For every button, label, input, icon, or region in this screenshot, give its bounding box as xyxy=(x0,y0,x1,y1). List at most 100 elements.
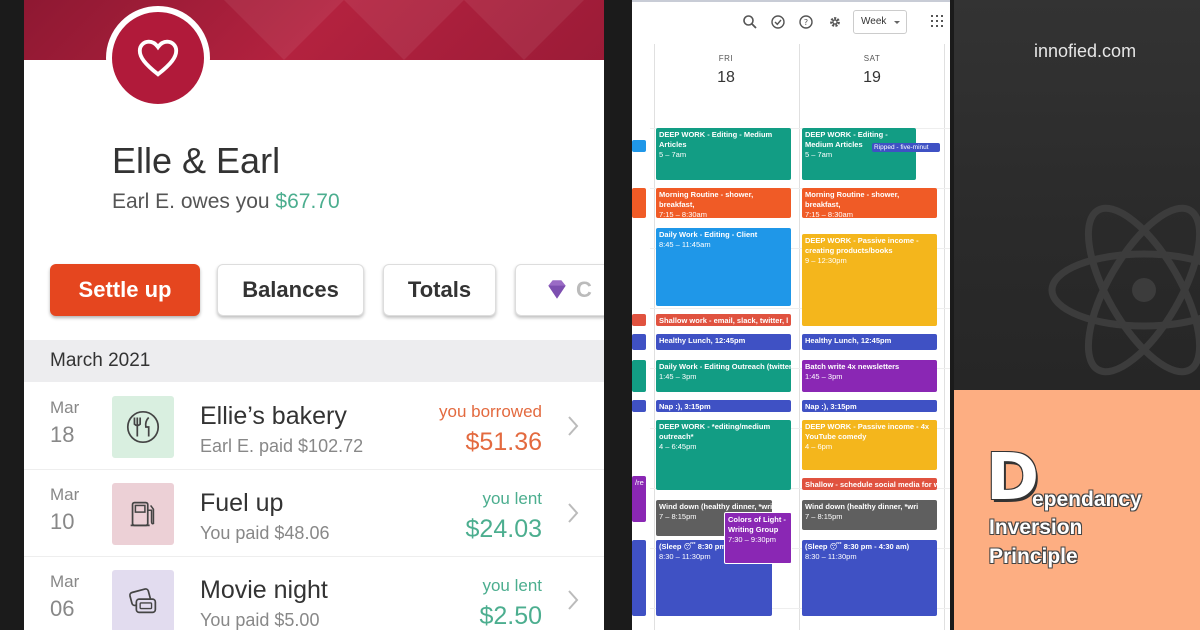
calendar-event[interactable]: Healthy Lunch, 12:45pm xyxy=(656,334,791,350)
event-title: DEEP WORK - Editing - Medium Articles xyxy=(659,130,773,149)
chevron-right-icon xyxy=(568,416,579,436)
fuel-pump-icon xyxy=(112,483,174,545)
event-title: Nap :), 3:15pm xyxy=(659,402,711,411)
calendar-event[interactable]: Shallow work - email, slack, twitter, l xyxy=(656,314,791,326)
calendar-event-clipped[interactable] xyxy=(632,188,646,218)
event-time: 4 – 6pm xyxy=(805,442,833,451)
article-title-panel: D ependancy Inversion Principle xyxy=(954,390,1200,630)
calendar-event[interactable]: Nap :), 3:15pm xyxy=(802,400,937,412)
balance-prefix: Earl E. owes you xyxy=(112,190,276,213)
premium-label: C xyxy=(576,277,592,302)
day-header-fri[interactable]: FRI 18 xyxy=(656,54,796,87)
calendar-event-clipped[interactable] xyxy=(632,400,646,412)
calendar-week-view: ? Week FRI 18 SAT 19 /re DEEP WORK - Edi… xyxy=(632,0,950,630)
calendar-event-clipped[interactable]: /re xyxy=(632,476,646,522)
settings-icon[interactable] xyxy=(827,14,843,30)
event-time: 9 – 12:30pm xyxy=(805,256,847,265)
balance-summary: Earl E. owes you $67.70 xyxy=(112,190,340,214)
event-time: 7:15 – 8:30am xyxy=(805,210,853,218)
expense-row[interactable]: Mar 18 Ellie’s bakery Earl E. paid $102.… xyxy=(24,384,604,470)
expense-subtitle: You paid $48.06 xyxy=(200,523,330,543)
site-label: innofied.com xyxy=(1034,41,1137,61)
title-line-1: ependancy xyxy=(1032,488,1142,511)
view-select[interactable]: Week xyxy=(853,10,907,34)
calendar-event-clipped[interactable] xyxy=(632,334,646,350)
expense-month: Mar xyxy=(50,572,80,591)
event-title: Batch write 4x newsletters xyxy=(805,362,900,371)
calendar-event-clipped[interactable] xyxy=(632,540,646,616)
day-divider xyxy=(654,44,655,630)
banner-pattern xyxy=(464,0,584,60)
expense-row[interactable]: Mar 10 Fuel up You paid $48.06 you lent … xyxy=(24,471,604,557)
event-title: Daily Work - Editing - Client xyxy=(659,230,758,239)
expense-subtitle: You paid $5.00 xyxy=(200,610,320,630)
event-time: 7:15 – 8:30am xyxy=(659,210,707,218)
calendar-event[interactable]: Nap :), 3:15pm xyxy=(656,400,791,412)
day-date: 19 xyxy=(863,69,881,86)
title-line-2: Inversion xyxy=(989,516,1083,539)
expense-amount: $24.03 xyxy=(465,515,542,543)
calendar-event[interactable]: Batch write 4x newsletters 1:45 – 3pm xyxy=(802,360,937,392)
expense-month: Mar xyxy=(50,398,80,417)
day-header-sat[interactable]: SAT 19 xyxy=(802,54,942,87)
help-icon[interactable]: ? xyxy=(798,14,814,30)
balances-button[interactable]: Balances xyxy=(217,264,364,316)
expense-subtitle: Earl E. paid $102.72 xyxy=(200,436,364,456)
fork-knife-icon xyxy=(112,396,174,458)
brand-header-panel: innofied.com xyxy=(954,0,1200,390)
event-time: 1:45 – 3pm xyxy=(805,372,843,381)
event-title: DEEP WORK - Passive income - 4x YouTube … xyxy=(805,422,930,441)
calendar-event[interactable]: DEEP WORK - Passive income - 4x YouTube … xyxy=(802,420,937,470)
calendar-event[interactable]: Wind down (healthy dinner, *wri 7 – 8:15p… xyxy=(802,500,937,530)
expense-month: Mar xyxy=(50,485,80,504)
calendar-event[interactable]: Shallow - schedule social media for w xyxy=(802,478,937,490)
apps-grid-icon[interactable] xyxy=(931,15,943,27)
totals-button[interactable]: Totals xyxy=(383,264,496,316)
event-title: Wind down (healthy dinner, *wri xyxy=(659,502,772,511)
calendar-event[interactable]: Morning Routine - shower, breakfast, 7:15… xyxy=(656,188,791,218)
calendar-event-clipped[interactable] xyxy=(632,360,646,392)
tasks-icon[interactable] xyxy=(770,14,786,30)
event-title: Nap :), 3:15pm xyxy=(805,402,857,411)
expense-status: you borrowed xyxy=(438,402,542,421)
calendar-event[interactable]: DEEP WORK - Passive income - creating pr… xyxy=(802,234,937,326)
calendar-event[interactable]: DEEP WORK - Editing - Medium Articles 5 –… xyxy=(802,128,916,180)
group-avatar[interactable] xyxy=(106,6,210,110)
chevron-down-icon xyxy=(894,21,900,24)
expense-status: you lent xyxy=(482,489,542,508)
calendar-event[interactable]: Morning Routine - shower, breakfast, 7:15… xyxy=(802,188,937,218)
month-header: March 2021 xyxy=(24,340,604,382)
calendar-event[interactable]: Daily Work - Editing - Client 8:45 – 11:4… xyxy=(656,228,791,306)
calendar-event-clipped[interactable] xyxy=(632,140,646,152)
event-time: 7 – 8:15pm xyxy=(659,512,697,521)
chevron-right-icon xyxy=(568,590,579,610)
event-time: 5 – 7am xyxy=(805,150,833,159)
expense-row[interactable]: Mar 06 Movie night You paid $5.00 you le… xyxy=(24,558,604,630)
calendar-event[interactable]: Daily Work - Editing Outreach (twitter, 1… xyxy=(656,360,791,392)
day-divider xyxy=(944,44,945,630)
day-name: SAT xyxy=(863,54,881,63)
settle-up-button[interactable]: Settle up xyxy=(50,264,200,316)
calendar-event-clipped[interactable] xyxy=(632,314,646,326)
calendar-event[interactable]: Colors of Light - Writing Group 7:30 – 9:… xyxy=(724,512,792,564)
event-time: 7:30 – 9:30pm xyxy=(728,535,776,544)
expense-title: Ellie’s bakery xyxy=(200,402,347,430)
expense-amount: $2.50 xyxy=(479,602,542,630)
event-title: Colors of Light - Writing Group xyxy=(728,515,786,534)
event-time: 5 – 7am xyxy=(659,150,687,159)
premium-button[interactable]: C xyxy=(515,264,604,316)
calendar-event[interactable]: Ripped - five-minut xyxy=(872,143,940,152)
event-title: /re xyxy=(635,478,644,487)
calendar-event[interactable]: (Sleep 😴 8:30 pm - 4:30 am) 8:30 – 11:30p… xyxy=(802,540,937,616)
event-title: Morning Routine - shower, breakfast, xyxy=(805,190,900,209)
event-title: Wind down (healthy dinner, *wri xyxy=(805,502,919,511)
search-icon[interactable] xyxy=(742,14,758,30)
calendar-event[interactable]: DEEP WORK - Editing - Medium Articles 5 –… xyxy=(656,128,791,180)
expense-date: Mar 06 xyxy=(50,572,90,622)
atom-logo-icon xyxy=(1048,204,1200,376)
banner-pattern xyxy=(344,0,464,60)
calendar-event[interactable]: Healthy Lunch, 12:45pm xyxy=(802,334,937,350)
event-title: DEEP WORK - Passive income - creating pr… xyxy=(805,236,919,255)
group-name: Elle & Earl xyxy=(112,140,281,181)
calendar-event[interactable]: DEEP WORK - *editing/medium outreach* 4 –… xyxy=(656,420,791,490)
